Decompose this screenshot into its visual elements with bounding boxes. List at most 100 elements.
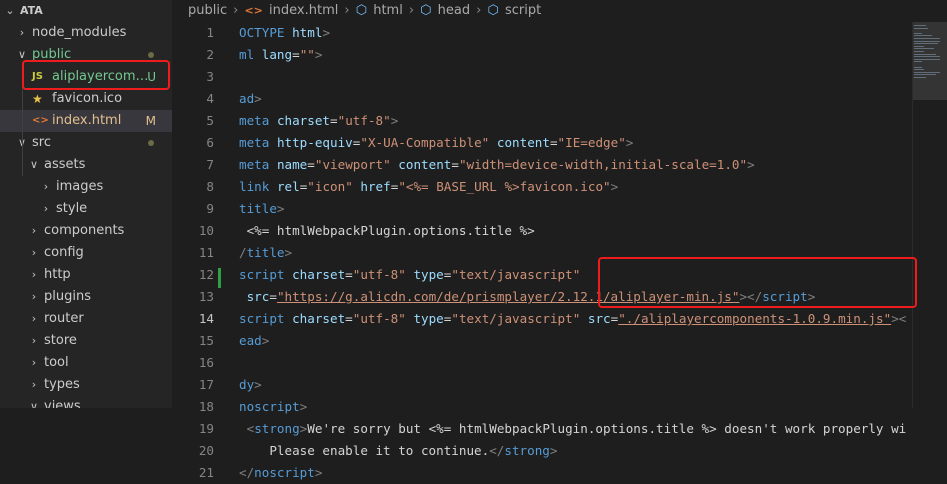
code-line[interactable]: 19 <strong>We're sorry but <%= htmlWebpa… [172, 418, 947, 440]
tree-item-favicon-ico[interactable]: ★ favicon.ico [0, 88, 172, 110]
tree-item-tool[interactable]: › tool [0, 352, 172, 374]
tree-item-types[interactable]: › types [0, 374, 172, 396]
tree-item-config[interactable]: › config [0, 242, 172, 264]
code-token: ad [239, 91, 255, 106]
breadcrumb: public › <> index.html › ⬡ html › ⬡ head › ⬡… [172, 0, 947, 22]
line-number: 1 [206, 25, 214, 40]
code-token: ead [239, 333, 262, 348]
code-text: dy> [239, 374, 262, 396]
code-text: script charset="utf-8" type="text/javasc… [239, 264, 580, 286]
code-token: ml [239, 47, 255, 62]
code-line[interactable]: 18 noscript> [172, 396, 947, 418]
code-token: "icon" [307, 179, 353, 194]
code-line[interactable]: 21 </noscript> [172, 462, 947, 484]
tree-item-label: router [44, 311, 84, 326]
code-line[interactable]: 10 <%= htmlWebpackPlugin.options.title %… [172, 220, 947, 242]
tree-item-assets[interactable]: ∨ assets [0, 154, 172, 176]
code-line[interactable]: 8 link rel="icon" href="<%= BASE_URL %>fa… [172, 176, 947, 198]
code-token: charset [276, 113, 331, 128]
code-text: noscript> [239, 396, 307, 418]
line-number: 4 [206, 91, 214, 106]
code-line[interactable]: 15 ead> [172, 330, 947, 352]
element-icon: ⬡ [487, 3, 499, 18]
tree-item-plugins[interactable]: › plugins [0, 286, 172, 308]
breadcrumb-item[interactable]: html [373, 3, 403, 18]
tree-item-store[interactable]: › store [0, 330, 172, 352]
code-token: = [451, 157, 459, 172]
line-number: 7 [206, 157, 214, 172]
line-number: 10 [198, 223, 214, 238]
line-number: 2 [206, 47, 214, 62]
code-token: = [345, 311, 353, 326]
code-token: < [246, 421, 255, 436]
code-text: script charset="utf-8" type="text/javasc… [239, 308, 906, 330]
breadcrumb-item[interactable]: head [438, 3, 470, 18]
code-line[interactable]: 2 ml lang=""> [172, 44, 947, 66]
scrollbar-thumb[interactable] [913, 22, 947, 100]
tree-item-src[interactable]: ∨src [0, 132, 172, 154]
code-token: strong [504, 443, 550, 458]
code-line[interactable]: 20 Please enable it to continue.</strong… [172, 440, 947, 462]
tree-item-label: components [44, 223, 125, 238]
code-token: http-equiv [276, 135, 353, 150]
code-token: > [549, 443, 558, 458]
tree-item-components[interactable]: › components [0, 220, 172, 242]
chevron-right-icon: › [31, 334, 37, 347]
code-line[interactable]: 9 title> [172, 198, 947, 220]
chevron-right-icon: › [31, 246, 37, 259]
code-line[interactable]: 16 [172, 352, 947, 374]
code-token: html [292, 25, 323, 40]
code-token: lang [261, 47, 293, 62]
code-token: script [239, 311, 285, 326]
tree-item-label: types [44, 377, 80, 392]
code-token: > [284, 245, 293, 260]
tree-item-router[interactable]: › router [0, 308, 172, 330]
tree-item-style[interactable]: › style [0, 198, 172, 220]
code-line[interactable]: 5 meta charset="utf-8"> [172, 110, 947, 132]
breadcrumb-item[interactable]: script [505, 3, 541, 18]
code-text: Please enable it to continue.</strong> [239, 440, 557, 462]
html-file-icon: <> [244, 4, 263, 17]
code-text: title> [239, 198, 285, 220]
code-token: > [299, 399, 308, 414]
code-line[interactable]: 4 ad> [172, 88, 947, 110]
code-line[interactable]: 14 script charset="utf-8" type="text/java… [172, 308, 947, 330]
code-text: ead> [239, 330, 269, 352]
breadcrumb-item[interactable]: index.html [269, 3, 338, 18]
code-token: "X-UA-Compatible" [360, 135, 490, 150]
code-text: meta http-equiv = "X-UA-Compatible" conten… [239, 132, 633, 154]
tree-item-http[interactable]: › http [0, 264, 172, 286]
code-line[interactable]: 17 dy> [172, 374, 947, 396]
chevron-right-icon: › [31, 290, 37, 303]
code-token: link [239, 179, 270, 194]
breadcrumb-item[interactable]: public [188, 3, 227, 18]
git-modified-marker [218, 268, 221, 288]
code-token: title [239, 201, 277, 216]
code-line[interactable]: 3 [172, 66, 947, 88]
line-number: 9 [206, 201, 214, 216]
workspace-title: ATA [20, 4, 43, 17]
tree-item-views[interactable]: ∨ views [0, 396, 172, 408]
code-token: type [413, 267, 444, 282]
code-line[interactable]: 7 meta name="viewport" content="width=dev… [172, 154, 947, 176]
code-line[interactable]: 6 meta http-equiv = "X-UA-Compatible" conte… [172, 132, 947, 154]
chevron-right-icon: › [19, 26, 25, 39]
code-token: content [496, 135, 550, 150]
chevron-right-icon: › [31, 268, 37, 281]
tree-item-node-modules[interactable]: › node_modules [0, 22, 172, 44]
code-token: "./aliplayercomponents-1.0.9.min.js" [618, 311, 892, 326]
explorer-root[interactable]: ⌄ ATA [0, 0, 172, 22]
tree-item-index-html[interactable]: <> index.html M [0, 110, 172, 132]
code-token: "text/javascript" [451, 267, 581, 282]
code-token: > [322, 25, 331, 40]
tree-item-images[interactable]: › images [0, 176, 172, 198]
highlight-box-src [598, 257, 917, 308]
editor-pane: public › <> index.html › ⬡ html › ⬡ head › ⬡… [172, 0, 947, 480]
code-line[interactable]: 1 OCTYPE html> [172, 22, 947, 44]
